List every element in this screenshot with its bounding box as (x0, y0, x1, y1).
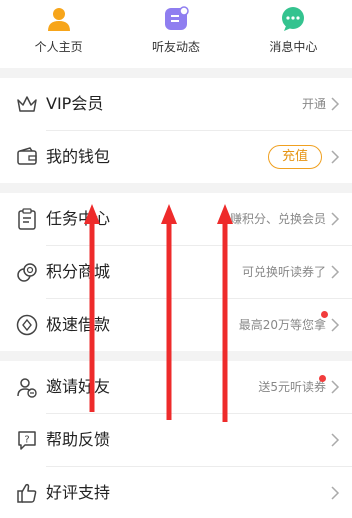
diamond-icon (16, 314, 38, 336)
notification-dot (319, 375, 326, 382)
menu-row-tasks[interactable]: 任务中心 赚积分、兑换会员 (0, 193, 352, 245)
coins-icon (17, 263, 37, 282)
menu-hint: 开通 (301, 97, 326, 111)
chevron-right-icon (331, 97, 340, 111)
chevron-right-icon (331, 265, 340, 279)
chevron-right-icon (331, 486, 340, 500)
menu-hint: 可兑换听读券了 (241, 265, 326, 279)
clipboard-icon (18, 208, 36, 230)
section-gap (0, 351, 352, 361)
top-nav: 个人主页 听友动态 消息中心 (0, 0, 352, 68)
menu-row-help[interactable]: ? 帮助反馈 (0, 414, 352, 466)
chevron-right-icon (331, 318, 340, 332)
section-gap (0, 183, 352, 193)
notification-dot (321, 311, 328, 318)
recharge-button[interactable]: 充值 (268, 145, 322, 169)
section-gap (0, 68, 352, 78)
wallet-icon (17, 147, 37, 165)
svg-text:?: ? (24, 435, 29, 446)
menu-label: 极速借款 (46, 315, 111, 334)
menu-label: 帮助反馈 (46, 430, 111, 449)
menu-label: 邀请好友 (46, 377, 111, 396)
nav-feed[interactable]: 听友动态 (117, 0, 234, 68)
menu-row-invite[interactable]: 邀请好友 送5元听读券 (0, 361, 352, 413)
nav-messages[interactable]: 消息中心 (235, 0, 352, 68)
nav-messages-label: 消息中心 (269, 40, 318, 54)
menu-label: VIP会员 (46, 94, 104, 113)
menu-row-points-mall[interactable]: 积分商城 可兑换听读券了 (0, 246, 352, 298)
thumbs-up-icon (17, 483, 37, 503)
menu-label: 积分商城 (46, 262, 111, 281)
chevron-right-icon (331, 150, 340, 164)
nav-profile[interactable]: 个人主页 (0, 0, 117, 68)
feed-icon (164, 6, 189, 30)
menu-hint: 赚积分、兑换会员 (229, 212, 326, 226)
chevron-right-icon (331, 433, 340, 447)
menu-hint: 送5元听读券 (258, 380, 326, 394)
menu-row-vip[interactable]: VIP会员 开通 (0, 78, 352, 130)
menu-row-wallet[interactable]: 我的钱包 充值 (0, 131, 352, 183)
help-bubble-icon: ? (18, 431, 36, 450)
person-icon (47, 8, 70, 31)
nav-profile-label: 个人主页 (34, 40, 83, 54)
menu-label: 我的钱包 (46, 147, 111, 166)
chat-bubble-icon (282, 7, 305, 31)
crown-icon (17, 96, 37, 112)
chevron-right-icon (331, 380, 340, 394)
menu-row-loan[interactable]: 极速借款 最高20万等您拿 (0, 299, 352, 351)
menu-label: 任务中心 (46, 209, 111, 228)
nav-feed-label: 听友动态 (151, 40, 200, 54)
invite-user-icon (17, 378, 37, 398)
menu-label: 好评支持 (46, 483, 111, 502)
menu-hint: 最高20万等您拿 (238, 318, 326, 332)
menu-row-review[interactable]: 好评支持 (0, 467, 352, 518)
chevron-right-icon (331, 212, 340, 226)
